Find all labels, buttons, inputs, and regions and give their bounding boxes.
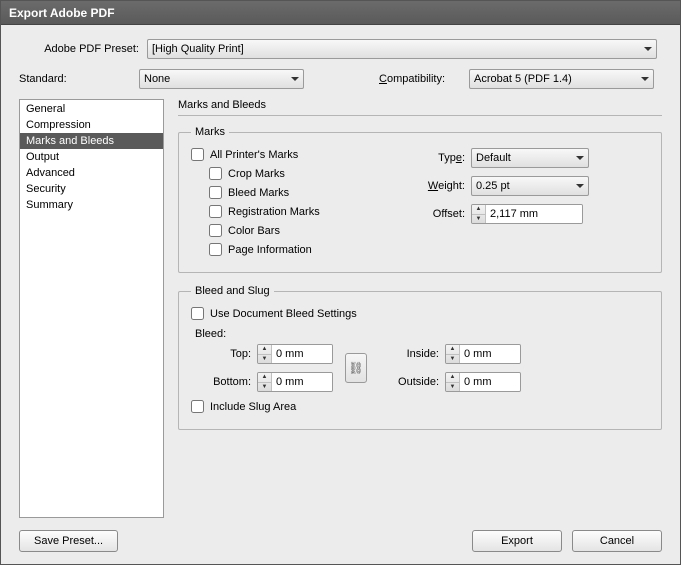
sidebar-item-label: Marks and Bleeds bbox=[26, 135, 114, 147]
weight-label: Weight: bbox=[411, 180, 465, 192]
spin-up-icon[interactable]: ▲ bbox=[446, 345, 459, 355]
standard-label: Standard: bbox=[19, 73, 139, 85]
sidebar-item-label: Summary bbox=[26, 199, 73, 211]
crop-marks-label: Crop Marks bbox=[228, 168, 285, 180]
page-info-label: Page Information bbox=[228, 244, 312, 256]
sidebar-item-marks-bleeds[interactable]: Marks and Bleeds bbox=[20, 133, 163, 149]
sidebar-item-label: Compression bbox=[26, 119, 91, 131]
chain-link-icon[interactable]: ⛓ bbox=[345, 353, 367, 383]
bleed-bottom-label: Bottom: bbox=[191, 376, 251, 388]
preset-row: Adobe PDF Preset: [High Quality Print] bbox=[19, 39, 662, 59]
bleed-top-spinner[interactable]: ▲▼ bbox=[257, 344, 333, 364]
sidebar-item-compression[interactable]: Compression bbox=[20, 117, 163, 133]
spin-down-icon[interactable]: ▼ bbox=[258, 355, 271, 364]
all-printers-marks-label: All Printer's Marks bbox=[210, 149, 298, 161]
type-label: Type: bbox=[411, 152, 465, 164]
sidebar-item-general[interactable]: General bbox=[20, 101, 163, 117]
registration-marks-label: Registration Marks bbox=[228, 206, 320, 218]
export-button[interactable]: Export bbox=[472, 530, 562, 552]
spin-up-icon[interactable]: ▲ bbox=[472, 205, 485, 215]
bleed-outside-spinner[interactable]: ▲▼ bbox=[445, 372, 521, 392]
include-slug-label: Include Slug Area bbox=[210, 401, 296, 413]
all-printers-marks-checkbox[interactable] bbox=[191, 148, 204, 161]
cancel-button[interactable]: Cancel bbox=[572, 530, 662, 552]
sidebar-item-label: Advanced bbox=[26, 167, 75, 179]
crop-marks-checkbox[interactable] bbox=[209, 167, 222, 180]
color-bars-checkbox[interactable] bbox=[209, 224, 222, 237]
bleed-slug-group: Bleed and Slug Use Document Bleed Settin… bbox=[178, 285, 662, 430]
page-info-checkbox[interactable] bbox=[209, 243, 222, 256]
save-preset-button[interactable]: Save Preset... bbox=[19, 530, 118, 552]
marks-group: Marks All Printer's Marks Crop Marks bbox=[178, 126, 662, 273]
marks-legend: Marks bbox=[191, 126, 229, 138]
sidebar-item-security[interactable]: Security bbox=[20, 181, 163, 197]
body-area: General Compression Marks and Bleeds Out… bbox=[19, 99, 662, 518]
sidebar-item-advanced[interactable]: Advanced bbox=[20, 165, 163, 181]
bleed-top-label: Top: bbox=[191, 348, 251, 360]
bleed-bottom-spinner[interactable]: ▲▼ bbox=[257, 372, 333, 392]
sidebar-item-label: Output bbox=[26, 151, 59, 163]
bleed-outside-input[interactable] bbox=[460, 373, 520, 391]
sidebar-item-label: General bbox=[26, 103, 65, 115]
use-document-bleed-checkbox[interactable] bbox=[191, 307, 204, 320]
spin-down-icon[interactable]: ▼ bbox=[446, 383, 459, 392]
bleed-inside-input[interactable] bbox=[460, 345, 520, 363]
sidebar-item-summary[interactable]: Summary bbox=[20, 197, 163, 213]
preset-label: Adobe PDF Preset: bbox=[19, 43, 139, 55]
marks-type-select[interactable]: Default bbox=[471, 148, 589, 168]
bleed-outside-label: Outside: bbox=[379, 376, 439, 388]
registration-marks-checkbox[interactable] bbox=[209, 205, 222, 218]
include-slug-checkbox[interactable] bbox=[191, 400, 204, 413]
titlebar: Export Adobe PDF bbox=[1, 1, 680, 25]
spin-down-icon[interactable]: ▼ bbox=[472, 215, 485, 224]
bleed-marks-checkbox[interactable] bbox=[209, 186, 222, 199]
use-document-bleed-label: Use Document Bleed Settings bbox=[210, 308, 357, 320]
bleed-inside-label: Inside: bbox=[379, 348, 439, 360]
marks-weight-select[interactable]: 0.25 pt bbox=[471, 176, 589, 196]
compat-select[interactable]: Acrobat 5 (PDF 1.4) bbox=[469, 69, 654, 89]
bleed-bottom-input[interactable] bbox=[272, 373, 332, 391]
panel-marks-bleeds: Marks and Bleeds Marks All Printer's Mar… bbox=[178, 99, 662, 518]
color-bars-label: Color Bars bbox=[228, 225, 280, 237]
compat-label: Compatibility: bbox=[379, 73, 469, 85]
offset-spinner[interactable]: ▲▼ bbox=[471, 204, 583, 224]
panel-title: Marks and Bleeds bbox=[178, 99, 662, 116]
standard-select[interactable]: None bbox=[139, 69, 304, 89]
spin-down-icon[interactable]: ▼ bbox=[446, 355, 459, 364]
window-title: Export Adobe PDF bbox=[9, 6, 115, 20]
spin-up-icon[interactable]: ▲ bbox=[446, 373, 459, 383]
bleed-marks-label: Bleed Marks bbox=[228, 187, 289, 199]
section-list[interactable]: General Compression Marks and Bleeds Out… bbox=[19, 99, 164, 518]
dialog-content: Adobe PDF Preset: [High Quality Print] S… bbox=[1, 25, 680, 564]
spin-up-icon[interactable]: ▲ bbox=[258, 373, 271, 383]
export-pdf-dialog: Export Adobe PDF Adobe PDF Preset: [High… bbox=[0, 0, 681, 565]
dialog-footer: Save Preset... Export Cancel bbox=[19, 518, 662, 552]
bleed-inside-spinner[interactable]: ▲▼ bbox=[445, 344, 521, 364]
preset-select[interactable]: [High Quality Print] bbox=[147, 39, 657, 59]
offset-input[interactable] bbox=[486, 205, 582, 223]
offset-label: Offset: bbox=[411, 208, 465, 220]
spin-down-icon[interactable]: ▼ bbox=[258, 383, 271, 392]
spin-up-icon[interactable]: ▲ bbox=[258, 345, 271, 355]
bleed-sublabel: Bleed: bbox=[195, 328, 649, 340]
sidebar-item-output[interactable]: Output bbox=[20, 149, 163, 165]
sidebar-item-label: Security bbox=[26, 183, 66, 195]
bleed-top-input[interactable] bbox=[272, 345, 332, 363]
standard-compat-row: Standard: None Compatibility: Acrobat 5 … bbox=[19, 69, 662, 89]
bleed-slug-legend: Bleed and Slug bbox=[191, 285, 274, 297]
